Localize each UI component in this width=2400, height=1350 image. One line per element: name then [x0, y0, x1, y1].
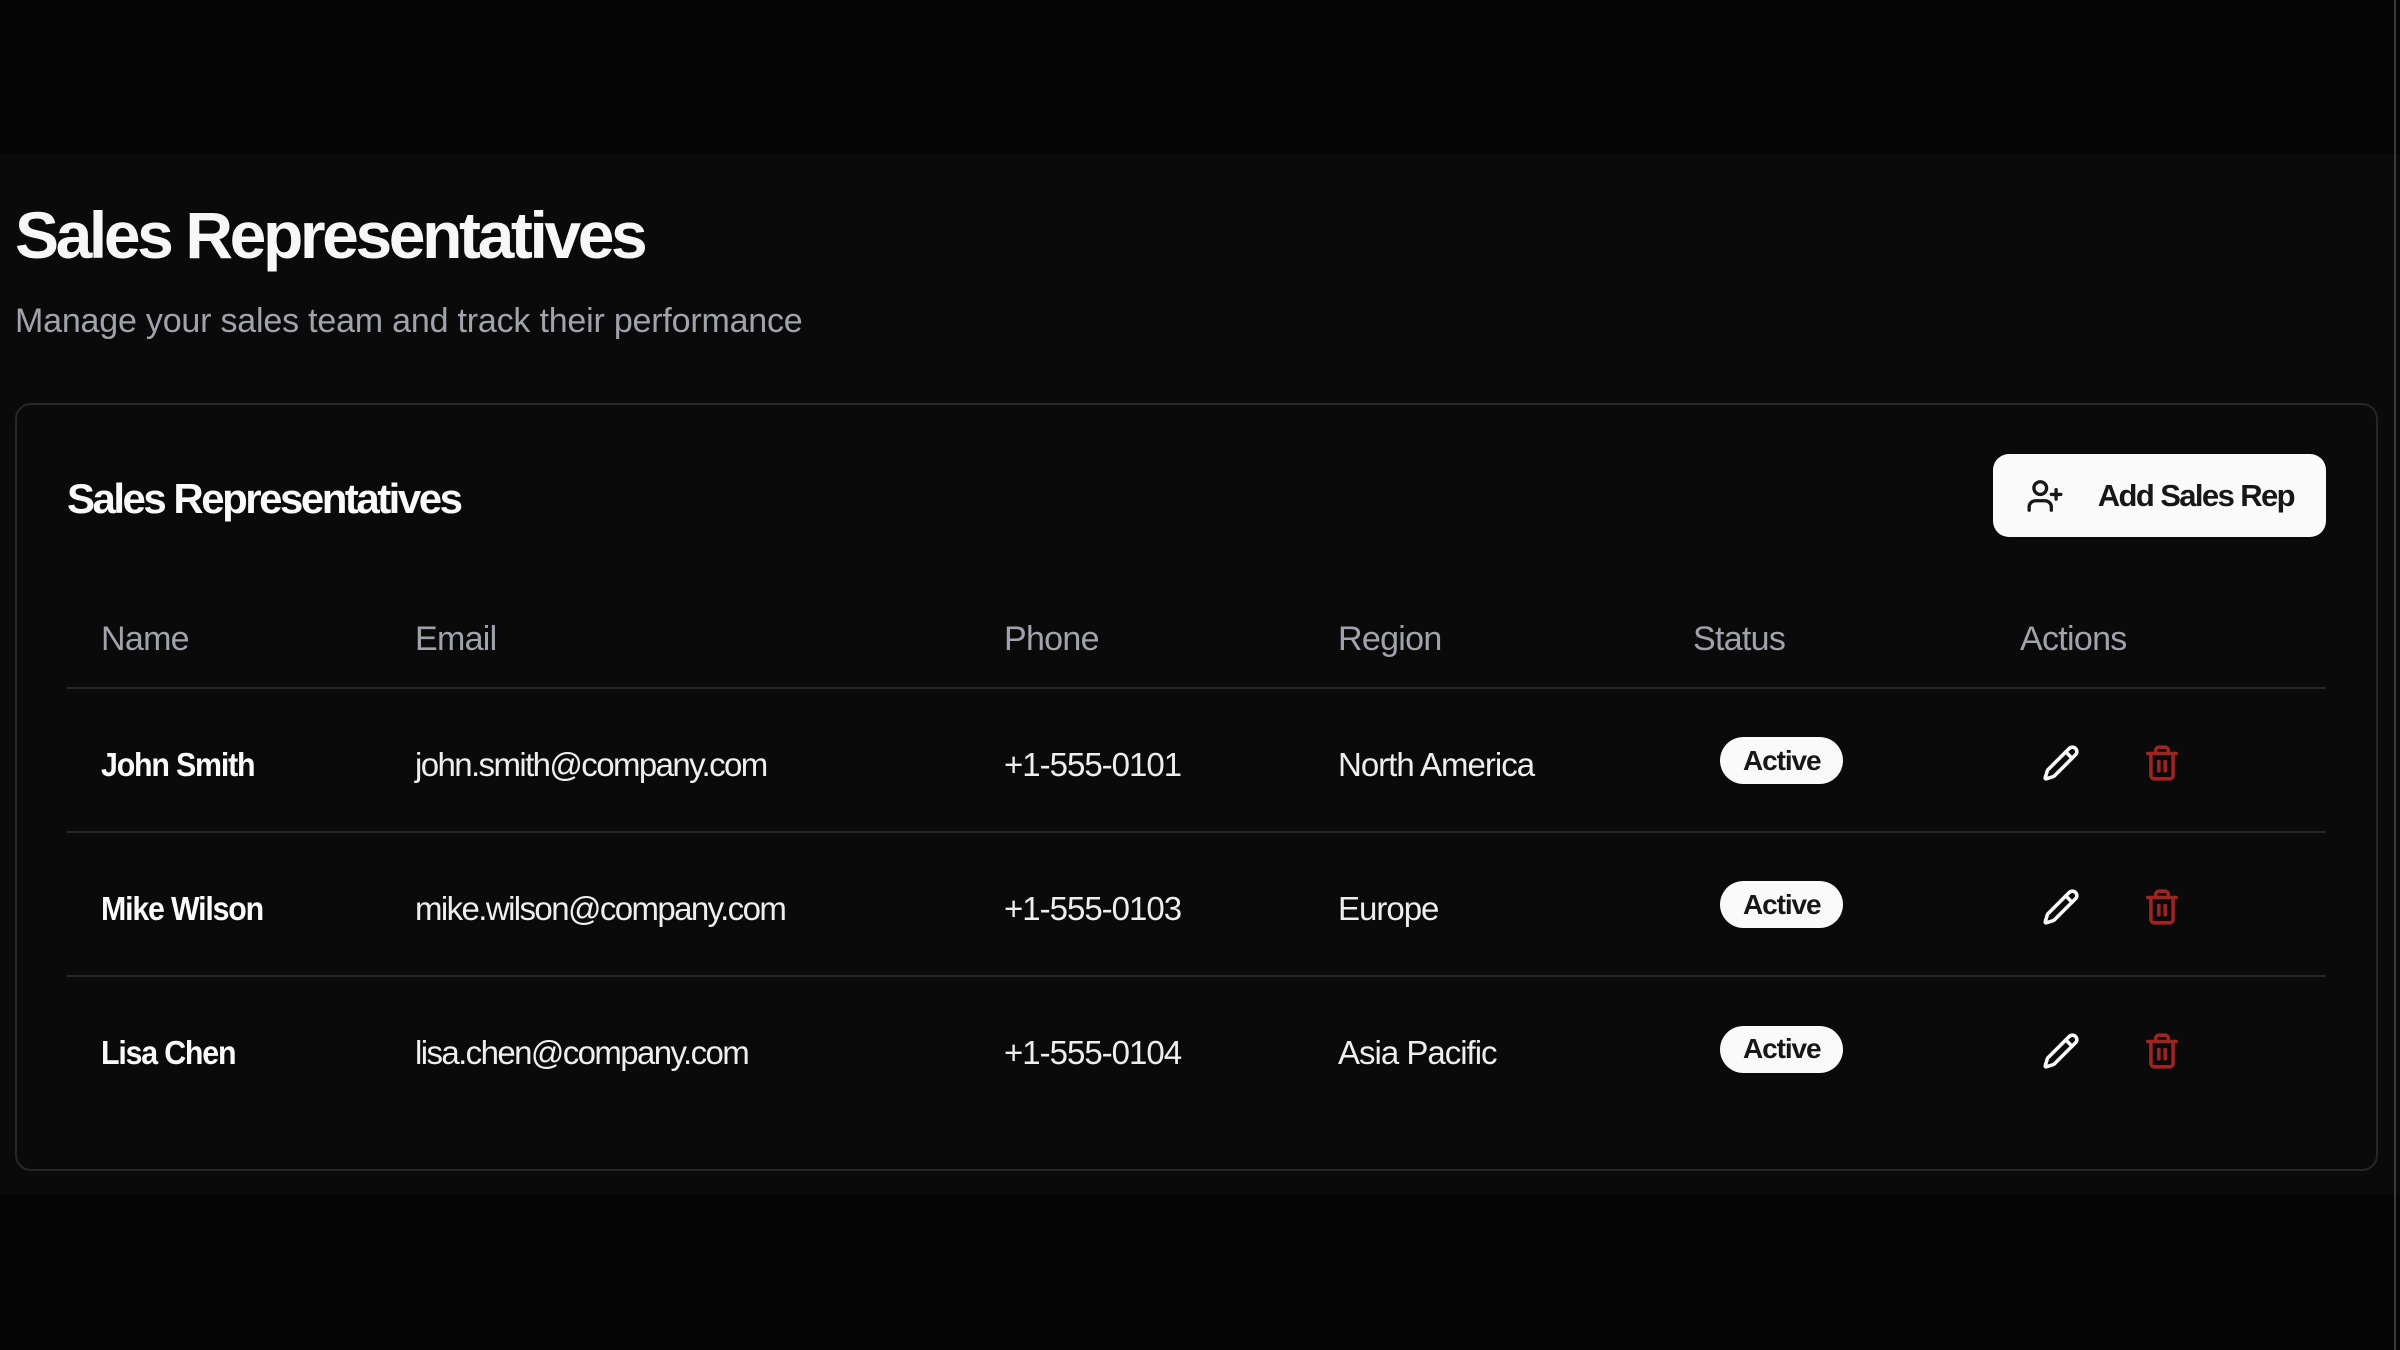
rep-email: mike.wilson@company.com	[381, 832, 970, 976]
table-row: Lisa Chen lisa.chen@company.com +1-555-0…	[67, 976, 2326, 1120]
edit-button[interactable]	[2042, 744, 2080, 782]
card-title: Sales Representatives	[67, 473, 460, 525]
rep-region-text: Asia Pacific	[1338, 1034, 1497, 1071]
status-badge: Active	[1720, 737, 1843, 784]
row-actions	[2020, 744, 2326, 782]
rep-name-text: Mike Wilson	[101, 890, 263, 928]
rep-email-text: lisa.chen@company.com	[415, 1034, 748, 1071]
status-badge: Active	[1720, 881, 1843, 928]
trash-icon	[2143, 888, 2181, 926]
rep-region: Europe	[1304, 832, 1659, 976]
rep-phone: +1-555-0103	[970, 832, 1304, 976]
rep-email-text: john.smith@company.com	[415, 746, 767, 783]
column-header-name: Name	[67, 619, 381, 688]
page-subtitle: Manage your sales team and track their p…	[15, 300, 2378, 342]
row-actions	[2020, 888, 2326, 926]
add-sales-rep-button[interactable]: Add Sales Rep	[1993, 454, 2326, 537]
sales-reps-table: Name Email Phone Region Status Actions J…	[67, 619, 2326, 1120]
column-header-region: Region	[1304, 619, 1659, 688]
trash-icon	[2143, 1032, 2181, 1070]
rep-phone-text: +1-555-0104	[1004, 1034, 1181, 1071]
sales-reps-card: Sales Representatives Add Sales Rep	[15, 403, 2378, 1171]
page: Sales Representatives Manage your sales …	[0, 154, 2400, 1195]
rep-region-text: North America	[1338, 746, 1534, 783]
edit-button[interactable]	[2042, 888, 2080, 926]
rep-region: North America	[1304, 688, 1659, 832]
rep-name: Mike Wilson	[67, 832, 381, 976]
rep-actions-cell	[1986, 976, 2326, 1120]
status-badge: Active	[1720, 1026, 1843, 1073]
rep-name-text: John Smith	[101, 746, 254, 784]
add-sales-rep-label: Add Sales Rep	[2098, 478, 2294, 514]
column-header-phone: Phone	[970, 619, 1304, 688]
rep-name: John Smith	[67, 688, 381, 832]
row-actions	[2020, 1032, 2326, 1070]
edit-button[interactable]	[2042, 1032, 2080, 1070]
scrollbar-thumb[interactable]	[2394, 0, 2396, 1350]
rep-status-cell: Active	[1659, 976, 1986, 1120]
card-header: Sales Representatives Add Sales Rep	[67, 454, 2326, 537]
table-header-row: Name Email Phone Region Status Actions	[67, 619, 2326, 688]
rep-email: john.smith@company.com	[381, 688, 970, 832]
pencil-icon	[2042, 888, 2080, 926]
rep-name-text: Lisa Chen	[101, 1034, 235, 1072]
rep-status-cell: Active	[1659, 832, 1986, 976]
scrollbar[interactable]	[2390, 0, 2400, 1350]
user-plus-icon	[2026, 477, 2064, 515]
rep-status-cell: Active	[1659, 688, 1986, 832]
delete-button[interactable]	[2143, 888, 2181, 926]
rep-phone: +1-555-0104	[970, 976, 1304, 1120]
delete-button[interactable]	[2143, 1032, 2181, 1070]
column-header-status: Status	[1659, 619, 1986, 688]
delete-button[interactable]	[2143, 744, 2181, 782]
table-row: John Smith john.smith@company.com +1-555…	[67, 688, 2326, 832]
pencil-icon	[2042, 1032, 2080, 1070]
rep-name: Lisa Chen	[67, 976, 381, 1120]
rep-phone-text: +1-555-0101	[1004, 746, 1181, 783]
column-header-actions: Actions	[1986, 619, 2326, 688]
rep-region: Asia Pacific	[1304, 976, 1659, 1120]
trash-icon	[2143, 744, 2181, 782]
column-header-email: Email	[381, 619, 970, 688]
rep-phone: +1-555-0101	[970, 688, 1304, 832]
table-row: Mike Wilson mike.wilson@company.com +1-5…	[67, 832, 2326, 976]
rep-actions-cell	[1986, 832, 2326, 976]
rep-phone-text: +1-555-0103	[1004, 890, 1181, 927]
page-title: Sales Representatives	[15, 195, 2378, 275]
pencil-icon	[2042, 744, 2080, 782]
rep-email-text: mike.wilson@company.com	[415, 890, 785, 927]
rep-region-text: Europe	[1338, 890, 1438, 927]
rep-actions-cell	[1986, 688, 2326, 832]
rep-email: lisa.chen@company.com	[381, 976, 970, 1120]
